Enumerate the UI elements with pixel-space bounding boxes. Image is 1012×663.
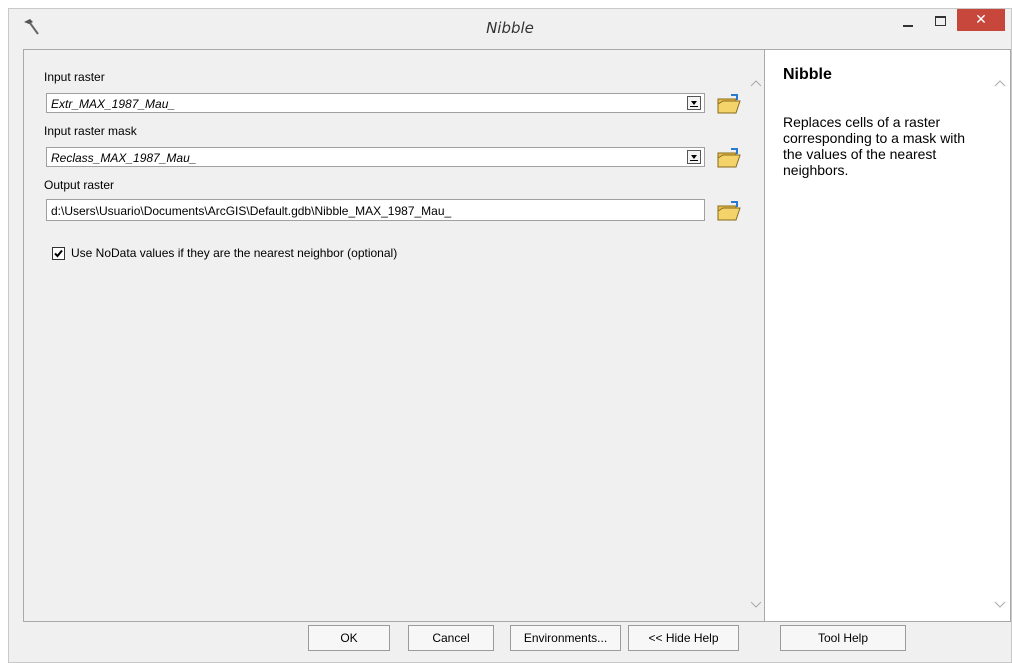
hide-help-button[interactable]: << Hide Help — [628, 625, 739, 651]
scroll-up-icon[interactable] — [750, 78, 762, 88]
chevron-down-icon[interactable] — [687, 96, 701, 110]
help-title: Nibble — [783, 66, 832, 83]
nodata-checkbox[interactable] — [52, 247, 65, 260]
tool-help-button[interactable]: Tool Help — [780, 625, 906, 651]
ok-button[interactable]: OK — [308, 625, 390, 651]
nibble-dialog: Nibble ✕ Input raster Extr_MAX_1987_Mau_… — [8, 8, 1012, 663]
nodata-checkbox-label: Use NoData values if they are the neares… — [71, 246, 398, 260]
window-title: Nibble — [486, 19, 534, 37]
open-folder-icon[interactable] — [714, 146, 742, 172]
scroll-down-icon[interactable] — [994, 600, 1006, 610]
maximize-button[interactable] — [925, 11, 955, 33]
input-raster-combo[interactable]: Extr_MAX_1987_Mau_ — [46, 93, 705, 113]
parameters-pane: Input raster Extr_MAX_1987_Mau_ Input ra… — [23, 49, 767, 622]
title-bar[interactable]: Nibble ✕ — [9, 9, 1011, 47]
open-folder-icon[interactable] — [714, 199, 742, 225]
minimize-button[interactable] — [893, 11, 923, 33]
input-mask-value: Reclass_MAX_1987_Mau_ — [51, 151, 197, 165]
cancel-button[interactable]: Cancel — [408, 625, 494, 651]
scroll-down-icon[interactable] — [750, 600, 762, 610]
environments-button[interactable]: Environments... — [510, 625, 621, 651]
chevron-down-icon[interactable] — [687, 150, 701, 164]
input-mask-combo[interactable]: Reclass_MAX_1987_Mau_ — [46, 147, 705, 167]
help-description: Replaces cells of a raster corresponding… — [783, 114, 966, 178]
scroll-up-icon[interactable] — [994, 78, 1006, 88]
open-folder-icon[interactable] — [714, 92, 742, 118]
help-pane: Nibble Replaces cells of a raster corres… — [764, 49, 1011, 622]
input-mask-label: Input raster mask — [44, 124, 137, 138]
close-button[interactable]: ✕ — [957, 9, 1005, 31]
checkmark-icon — [54, 249, 63, 258]
input-raster-label: Input raster — [44, 70, 105, 84]
output-raster-value: d:\Users\Usuario\Documents\ArcGIS\Defaul… — [51, 204, 452, 218]
input-raster-value: Extr_MAX_1987_Mau_ — [51, 97, 176, 111]
output-raster-field[interactable]: d:\Users\Usuario\Documents\ArcGIS\Defaul… — [46, 199, 705, 221]
output-raster-label: Output raster — [44, 178, 115, 192]
